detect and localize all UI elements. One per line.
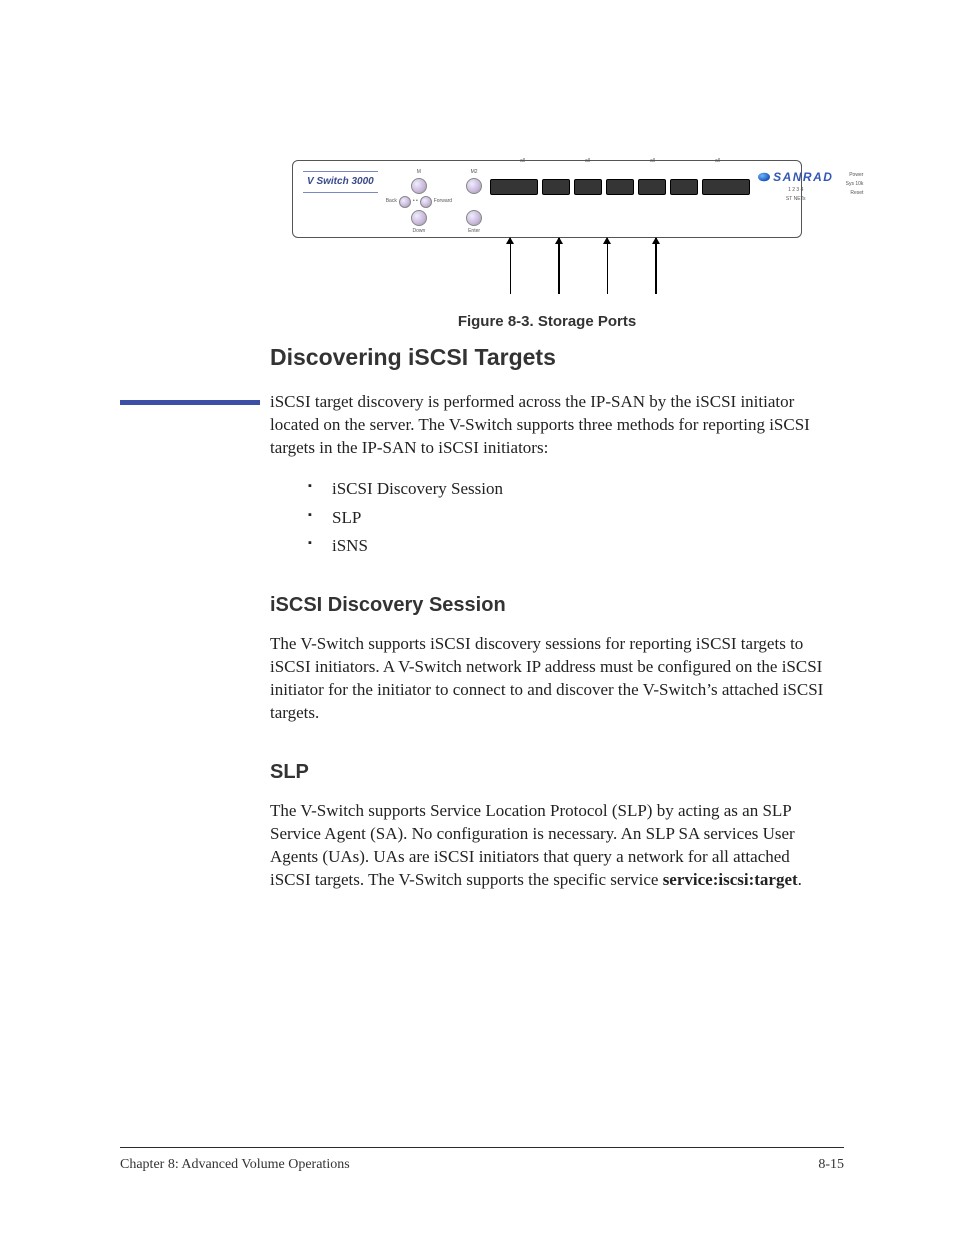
discovery-paragraph: The V-Switch supports iSCSI discovery se… — [270, 633, 824, 725]
bullet-item: SLP — [332, 507, 824, 530]
device-controls: M Back • • Forward Down M2 — [386, 167, 482, 235]
arrow-3 — [607, 238, 609, 294]
arrow-2 — [558, 238, 560, 294]
leds-caption: ST NETs — [786, 196, 806, 203]
knob-label-m2: M2 — [471, 169, 478, 176]
arrow-4 — [655, 238, 657, 294]
intro-paragraph: iSCSI target discovery is performed acro… — [270, 391, 824, 460]
bullet-item: iSCSI Discovery Session — [332, 478, 824, 501]
side-reset: Reset — [846, 189, 864, 198]
side-sys: Sys 10k — [846, 180, 864, 189]
top-label-1: all — [520, 158, 525, 165]
brand-disc-icon — [758, 173, 770, 181]
knob-label-enter: Enter — [468, 228, 480, 235]
arrow-1 — [510, 238, 512, 294]
bullet-list: iSCSI Discovery Session SLP iSNS — [270, 478, 824, 559]
brand-label: SANRAD — [773, 169, 833, 185]
knob-label-down: Down — [412, 228, 425, 235]
port-1 — [490, 179, 538, 195]
slp-paragraph: The V-Switch supports Service Location P… — [270, 800, 824, 892]
knob-m2 — [466, 178, 482, 194]
slp-text-post: . — [798, 870, 802, 889]
subheading-slp: SLP — [270, 759, 824, 786]
port-6 — [670, 179, 698, 195]
port-7 — [702, 179, 750, 195]
subheading-discovery: iSCSI Discovery Session — [270, 592, 824, 619]
side-labels: Power Sys 10k Reset — [846, 171, 864, 198]
footer-page-number: 8-15 — [818, 1156, 844, 1175]
device-ports: all all all all — [490, 167, 750, 195]
page-footer: Chapter 8: Advanced Volume Operations 8-… — [120, 1147, 844, 1175]
port-2 — [542, 179, 570, 195]
nav-forward-label: Forward — [434, 198, 452, 205]
callout-arrows — [364, 238, 802, 294]
device-left: V Switch 3000 — [303, 167, 378, 193]
knob-down — [411, 210, 427, 226]
side-power: Power — [846, 171, 864, 180]
nav-forward-knob — [420, 196, 432, 208]
port-top-labels: all all all all — [490, 158, 750, 165]
leds-numbers: 1 2 3 4 — [788, 187, 803, 194]
top-label-3: all — [650, 158, 655, 165]
section-heading: Discovering iSCSI Targets — [270, 342, 824, 373]
port-4 — [606, 179, 634, 195]
knob-enter — [466, 210, 482, 226]
nav-dots: • • — [413, 198, 418, 205]
knob-label-m: M — [417, 169, 421, 176]
nav-back-knob — [399, 196, 411, 208]
knob-m — [411, 178, 427, 194]
accent-rule — [120, 400, 260, 405]
footer-chapter: Chapter 8: Advanced Volume Operations — [120, 1156, 350, 1175]
device-brand: SANRAD 1 2 3 4 ST NETs Power Sys 10k Res… — [758, 167, 833, 203]
page-content: V Switch 3000 M Back • • Forward — [270, 160, 824, 910]
slp-service-name: service:iscsi:target — [663, 870, 798, 889]
device-badge: V Switch 3000 — [303, 171, 378, 193]
bullet-item: iSNS — [332, 535, 824, 558]
port-5 — [638, 179, 666, 195]
figure-caption: Figure 8-3. Storage Ports — [292, 312, 802, 332]
device-figure: V Switch 3000 M Back • • Forward — [292, 160, 802, 332]
top-label-2: all — [585, 158, 590, 165]
page: V Switch 3000 M Back • • Forward — [0, 0, 954, 1235]
device-faceplate: V Switch 3000 M Back • • Forward — [292, 160, 802, 238]
port-3 — [574, 179, 602, 195]
nav-back-label: Back — [386, 198, 397, 205]
top-label-4: all — [715, 158, 720, 165]
footer-rule — [120, 1147, 844, 1148]
